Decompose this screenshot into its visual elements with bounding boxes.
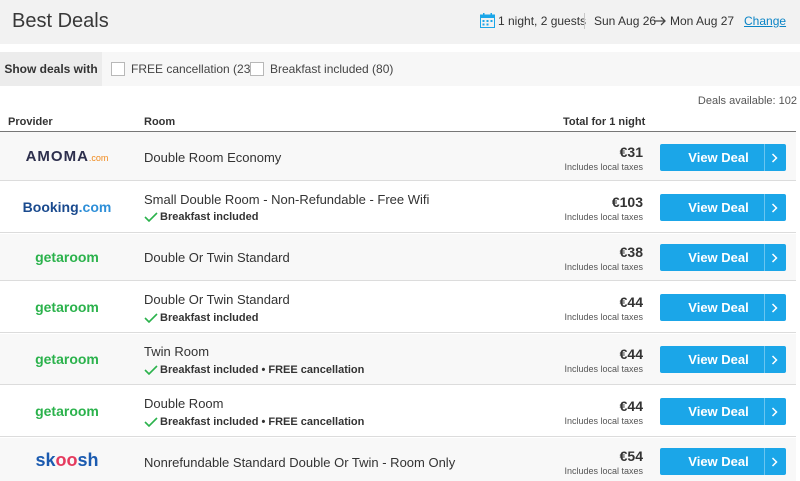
room-name: Double Or Twin Standard [144, 250, 290, 265]
chevron-right-icon [771, 153, 778, 163]
deal-price: €44 [619, 346, 643, 362]
chevron-right-icon [771, 355, 778, 365]
taxes-note: Includes local taxes [564, 312, 643, 322]
view-deal-button[interactable]: View Deal [660, 398, 786, 425]
chevron-right-icon [771, 457, 778, 467]
filter-option-label: Breakfast included (80) [270, 62, 394, 76]
deal-row: getaroom Double Or Twin Standard €38 Inc… [0, 234, 796, 281]
room-name: Double Room Economy [144, 150, 282, 165]
taxes-note: Includes local taxes [564, 416, 643, 426]
column-header-room: Room [144, 116, 176, 128]
deal-extras: Breakfast included • FREE cancellation [144, 416, 364, 428]
divider [584, 13, 585, 29]
room-name: Twin Room [144, 344, 210, 359]
deal-price: €44 [619, 294, 643, 310]
provider-logo-getaroom: getaroom [35, 403, 99, 419]
chevron-right-icon [771, 203, 778, 213]
chevron-right-icon [771, 407, 778, 417]
check-icon [144, 313, 158, 323]
deal-row: skoosh Nonrefundable Standard Double Or … [0, 438, 796, 481]
deal-row: Booking.com Small Double Room - Non-Refu… [0, 182, 796, 233]
view-deal-button[interactable]: View Deal [660, 448, 786, 475]
deal-extras: Breakfast included [144, 211, 258, 223]
taxes-note: Includes local taxes [564, 466, 643, 476]
guests-summary: 1 night, 2 guests [498, 14, 587, 28]
filter-breakfast-included[interactable]: Breakfast included (80) [250, 52, 393, 86]
room-name: Double Room [144, 396, 224, 411]
filter-option-label: FREE cancellation (23) [131, 62, 255, 76]
view-deal-button[interactable]: View Deal [660, 144, 786, 171]
deal-row: getaroom Twin Room Breakfast included • … [0, 334, 796, 385]
deal-row: getaroom Double Room Breakfast included … [0, 386, 796, 437]
view-deal-button[interactable]: View Deal [660, 194, 786, 221]
provider-logo-getaroom: getaroom [35, 351, 99, 367]
taxes-note: Includes local taxes [564, 212, 643, 222]
filter-bar: Show deals with FREE cancellation (23) B… [0, 52, 800, 86]
check-icon [144, 417, 158, 427]
column-header-total: Total for 1 night [563, 116, 646, 128]
deal-extras: Breakfast included [144, 312, 258, 324]
taxes-note: Includes local taxes [564, 364, 643, 374]
arrow-right-icon [654, 16, 666, 26]
provider-logo-getaroom: getaroom [35, 299, 99, 315]
deal-row: AMOMA.com Double Room Economy €31 Includ… [0, 132, 796, 181]
view-deal-button[interactable]: View Deal [660, 294, 786, 321]
taxes-note: Includes local taxes [564, 262, 643, 272]
breakfast-checkbox[interactable] [250, 62, 264, 76]
taxes-note: Includes local taxes [564, 162, 643, 172]
room-name: Double Or Twin Standard [144, 292, 290, 307]
deal-row: getaroom Double Or Twin Standard Breakfa… [0, 282, 796, 333]
free-cancellation-checkbox[interactable] [111, 62, 125, 76]
deal-extras: Breakfast included • FREE cancellation [144, 364, 364, 376]
filter-label: Show deals with [0, 52, 102, 86]
view-deal-button[interactable]: View Deal [660, 244, 786, 271]
view-deal-button[interactable]: View Deal [660, 346, 786, 373]
deal-price: €54 [619, 448, 643, 464]
header-bar: Best Deals 1 night, 2 guests Sun Aug 26 … [0, 0, 800, 44]
chevron-right-icon [771, 253, 778, 263]
check-icon [144, 212, 158, 222]
change-dates-link[interactable]: Change [744, 14, 786, 28]
provider-logo-getaroom: getaroom [35, 249, 99, 265]
provider-logo-skoosh: skoosh [35, 450, 99, 470]
deal-price: €31 [619, 144, 643, 160]
check-icon [144, 365, 158, 375]
room-name: Small Double Room - Non-Refundable - Fre… [144, 192, 430, 207]
checkout-date: Mon Aug 27 [670, 14, 735, 28]
deal-price: €103 [611, 194, 643, 210]
filter-free-cancellation[interactable]: FREE cancellation (23) [111, 52, 254, 86]
page-title: Best Deals [12, 10, 109, 32]
deal-price: €44 [619, 398, 643, 414]
calendar-icon [480, 13, 495, 28]
deal-price: €38 [619, 244, 643, 260]
checkin-date: Sun Aug 26 [594, 14, 657, 28]
chevron-right-icon [771, 303, 778, 313]
room-name: Nonrefundable Standard Double Or Twin - … [144, 455, 456, 470]
provider-logo-booking: Booking.com [22, 199, 112, 215]
provider-logo-amoma: AMOMA.com [25, 148, 109, 165]
column-header-provider: Provider [8, 116, 53, 128]
deals-available-count: Deals available: 102 [697, 95, 797, 107]
